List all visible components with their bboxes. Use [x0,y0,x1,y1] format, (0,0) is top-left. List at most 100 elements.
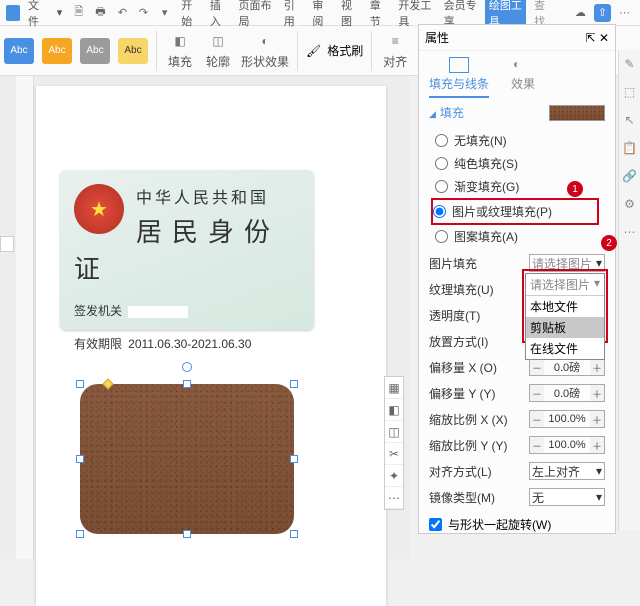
tab-review[interactable]: 审阅 [308,0,333,29]
callout-1: 1 [567,181,583,197]
increment-button[interactable]: ＋ [590,385,604,401]
label-scale-x: 缩放比例 X (X) [429,411,508,428]
settings-icon[interactable]: ⚙ [619,190,640,218]
selected-shape[interactable] [80,384,294,534]
tab-effects[interactable]: ◐效果 [511,57,535,98]
property-panel: 属性 ⇱ ✕ 填充与线条 ◐效果 ◢填充 无填充(N) 纯色填充(S) 渐变填充… [418,24,616,534]
resize-handle[interactable] [76,380,84,388]
card-agency-row: 签发机关 [74,302,300,319]
align-mode-dropdown[interactable]: 左上对齐▾ [529,462,605,480]
chevron-down-icon[interactable]: ▾ [53,6,67,19]
save-icon[interactable]: 🗎 [70,3,87,23]
resize-handle[interactable] [290,380,298,388]
label-scale-y: 缩放比例 Y (Y) [429,437,507,454]
style-swatch-1[interactable]: Abc [4,38,34,64]
layout-icon[interactable]: ▦ [385,377,403,399]
radio-picture-texture-fill[interactable]: 图片或纹理填充(P) [431,198,599,225]
resize-handle[interactable] [290,530,298,538]
more-icon[interactable]: ⋯ [385,487,403,509]
option-clipboard[interactable]: 剪贴板 [526,317,604,338]
dropdown-header[interactable]: 请选择图片▾ [526,274,604,296]
option-online-file[interactable]: 在线文件 [526,338,604,359]
fill-type-radios: 无填充(N) 纯色填充(S) 渐变填充(G) 图片或纹理填充(P) 图案填充(A… [419,127,615,250]
redo-icon[interactable]: ↷ [135,3,152,23]
edit-icon[interactable]: ✎ [619,50,640,78]
crop-icon[interactable]: ✂ [385,443,403,465]
scale-y-spinner[interactable]: －100.0%＋ [529,436,605,454]
style-swatch-4[interactable]: Abc [118,38,148,64]
tab-layout[interactable]: 页面布局 [234,0,275,29]
card-valid-row: 有效期限 2011.06.30-2021.06.30 [74,335,300,352]
increment-button[interactable]: ＋ [590,411,604,427]
outline-dropdown[interactable]: ◫轮廓 [203,31,233,70]
undo-icon[interactable]: ↶ [114,3,131,23]
label-picture-fill: 图片填充 [429,255,477,272]
paste-options-icon[interactable] [0,236,14,252]
pointer-icon[interactable]: ↖ [619,106,640,134]
cloud-icon[interactable]: ☁ [571,3,590,23]
picture-fill-dropdown[interactable]: 请选择图片▾ [529,254,605,272]
tab-start[interactable]: 开始 [177,0,202,29]
id-card-image[interactable]: ★ 中华人民共和国 居民身份证 签发机关 有效期限 2011.06.30-202… [60,170,314,330]
tab-fill-stroke[interactable]: 填充与线条 [429,57,489,98]
tab-ref[interactable]: 引用 [280,0,305,29]
effects-icon[interactable]: ✦ [385,465,403,487]
label-opacity: 透明度(T) [429,307,480,324]
align-dropdown[interactable]: ≡对齐 [380,31,410,70]
select-icon[interactable]: ⬚ [619,78,640,106]
resize-handle[interactable] [76,455,84,463]
link-icon[interactable]: 🔗 [619,162,640,190]
decrement-button[interactable]: － [530,437,544,453]
increment-button[interactable]: ＋ [590,359,604,375]
offset-x-spinner[interactable]: －0.0磅＋ [529,358,605,376]
page: ★ 中华人民共和国 居民身份证 签发机关 有效期限 2011.06.30-202… [36,86,386,606]
chevron-down-icon[interactable]: ▾ [156,3,173,23]
scale-x-spinner[interactable]: －100.0%＋ [529,410,605,428]
option-local-file[interactable]: 本地文件 [526,296,604,317]
radio-no-fill[interactable]: 无填充(N) [435,129,599,152]
more-icon[interactable]: ⋯ [619,218,640,246]
fill-section-header[interactable]: ◢填充 [419,98,615,127]
decrement-button[interactable]: － [530,411,544,427]
menubar: 文件 ▾ 🗎 🖶 ↶ ↷ ▾ 开始插入页面布局引用审阅视图章节开发工具会员专享 … [0,0,640,26]
label-align-mode: 对齐方式(L) [429,463,492,480]
shape-effects-dropdown[interactable]: ◐形状效果 [241,31,289,70]
resize-handle[interactable] [290,455,298,463]
style-swatch-3[interactable]: Abc [80,38,110,64]
print-icon[interactable]: 🖶 [91,3,109,23]
resize-handle[interactable] [183,380,191,388]
document-canvas[interactable]: ★ 中华人民共和国 居民身份证 签发机关 有效期限 2011.06.30-202… [0,76,410,559]
radio-solid-fill[interactable]: 纯色填充(S) [435,152,599,175]
panel-title: 属性 [425,29,449,46]
increment-button[interactable]: ＋ [590,437,604,453]
resize-handle[interactable] [76,530,84,538]
fill-dropdown[interactable]: ◧填充 [165,31,195,70]
tab-section[interactable]: 章节 [366,0,391,29]
tab-insert[interactable]: 插入 [206,0,231,29]
share-button[interactable]: ⇧ [594,4,611,22]
decrement-button[interactable]: － [530,385,544,401]
rotate-with-shape-checkbox[interactable]: 与形状一起旋转(W) [419,510,615,539]
label-texture-fill: 纹理填充(U) [429,281,494,298]
floating-toolbar: ▦ ◧ ◫ ✂ ✦ ⋯ [384,376,404,510]
national-emblem-icon: ★ [74,184,124,234]
decrement-button[interactable]: － [530,359,544,375]
radio-pattern-fill[interactable]: 图案填充(A) [435,225,599,248]
format-brush[interactable]: 🖌格式刷 [306,42,363,59]
style-swatch-2[interactable]: Abc [42,38,72,64]
offset-y-spinner[interactable]: －0.0磅＋ [529,384,605,402]
more-icon[interactable]: ··· [615,7,634,19]
texture-fill-preview [80,384,294,534]
tab-view[interactable]: 视图 [337,0,362,29]
current-fill-swatch[interactable] [549,105,605,121]
close-icon[interactable]: ✕ [599,31,609,45]
menu-file[interactable]: 文件 [24,0,49,29]
mirror-dropdown[interactable]: 无▾ [529,488,605,506]
rotate-handle[interactable] [182,362,192,372]
fill-icon[interactable]: ◧ [385,399,403,421]
clipboard-icon[interactable]: 📋 [619,134,640,162]
outline-icon[interactable]: ◫ [385,421,403,443]
vertical-ruler [16,76,34,559]
resize-handle[interactable] [183,530,191,538]
pin-icon[interactable]: ⇱ [586,31,596,45]
